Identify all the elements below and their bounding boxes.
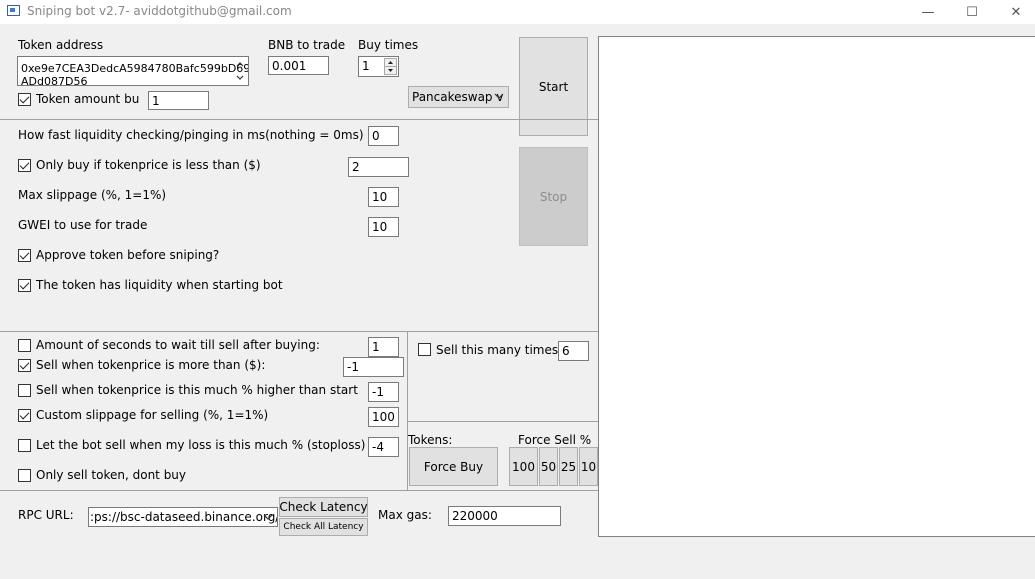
chevron-down-icon xyxy=(263,514,273,520)
sell-pct-checkbox[interactable] xyxy=(18,384,31,397)
force-sell-label: Force Sell % xyxy=(518,433,592,447)
section-divider xyxy=(0,331,598,332)
buy-times-stepper[interactable]: 1 xyxy=(358,56,399,77)
force-sell-10-button[interactable]: 10 xyxy=(579,447,598,486)
token-amount-input[interactable]: 1 xyxy=(148,91,209,110)
check-latency-button[interactable]: Check Latency xyxy=(279,497,368,517)
only-buy-input[interactable]: 2 xyxy=(348,157,409,177)
sell-times-input[interactable]: 6 xyxy=(558,341,589,361)
token-amount-checkbox[interactable] xyxy=(18,93,31,106)
liquidity-ping-label: How fast liquidity checking/pinging in m… xyxy=(18,128,364,142)
max-gas-label: Max gas: xyxy=(378,508,432,522)
section-divider xyxy=(0,490,598,491)
liquidity-ping-input[interactable]: 0 xyxy=(368,126,399,146)
rpc-url-select[interactable]: :ps://bsc-dataseed.binance.org/ xyxy=(88,507,278,527)
bnb-input[interactable]: 0.001 xyxy=(268,56,329,75)
only-buy-label: Only buy if tokenprice is less than ($) xyxy=(36,158,261,172)
wait-seconds-checkbox[interactable] xyxy=(18,339,31,352)
force-sell-50-button[interactable]: 50 xyxy=(539,447,558,486)
check-all-latency-button[interactable]: Check All Latency xyxy=(279,518,368,536)
tokens-label: Tokens: xyxy=(408,433,453,447)
chevron-down-icon xyxy=(494,93,504,99)
dex-select[interactable]: Pancakeswap v xyxy=(408,86,509,108)
log-output-panel[interactable] xyxy=(598,36,1035,537)
close-icon: ✕ xyxy=(1010,4,1022,20)
token-address-line2: ADd087D56 xyxy=(21,75,88,86)
sell-more-input[interactable]: -1 xyxy=(343,357,404,377)
minimize-button[interactable]: — xyxy=(905,0,951,24)
start-button[interactable]: Start xyxy=(519,37,588,136)
stop-button[interactable]: Stop xyxy=(519,147,588,246)
sell-more-label: Sell when tokenprice is more than ($): xyxy=(36,358,266,372)
stepper-arrows-icon[interactable] xyxy=(384,58,397,75)
only-sell-label: Only sell token, dont buy xyxy=(36,468,187,482)
sell-pct-label: Sell when tokenprice is this much % high… xyxy=(36,383,358,397)
force-sell-25-button[interactable]: 25 xyxy=(559,447,578,486)
buy-times-label: Buy times xyxy=(358,38,419,52)
token-address-input[interactable]: 0xe9e7CEA3DedcA5984780Bafc599bD69 ADd087… xyxy=(17,56,249,86)
liquidity-start-checkbox[interactable] xyxy=(18,279,31,292)
custom-slippage-input[interactable]: 100 xyxy=(368,407,399,427)
maximize-icon: ☐ xyxy=(966,4,978,20)
window-title: Sniping bot v2.7- aviddotgithub@gmail.co… xyxy=(27,4,292,18)
wait-seconds-input[interactable]: 1 xyxy=(368,337,399,357)
minimize-icon: — xyxy=(921,4,935,20)
max-slippage-input[interactable]: 10 xyxy=(368,187,399,207)
approve-label: Approve token before sniping? xyxy=(36,248,220,262)
max-slippage-label: Max slippage (%, 1=1%) xyxy=(18,188,167,202)
only-buy-checkbox[interactable] xyxy=(18,159,31,172)
gwei-label: GWEI to use for trade xyxy=(18,218,148,232)
section-divider xyxy=(407,421,598,422)
force-buy-button[interactable]: Force Buy xyxy=(409,447,498,486)
dex-select-value: Pancakeswap v xyxy=(412,90,504,104)
force-sell-100-button[interactable]: 100 xyxy=(509,447,538,486)
app-icon xyxy=(7,5,20,16)
rpc-url-label: RPC URL: xyxy=(18,508,74,522)
token-address-label: Token address xyxy=(18,38,104,52)
gwei-input[interactable]: 10 xyxy=(368,217,399,237)
custom-slippage-label: Custom slippage for selling (%, 1=1%) xyxy=(36,408,269,422)
stoploss-input[interactable]: -4 xyxy=(368,437,399,457)
maximize-button[interactable]: ☐ xyxy=(949,0,995,24)
section-divider-vertical xyxy=(407,331,408,490)
custom-slippage-checkbox[interactable] xyxy=(18,409,31,422)
approve-checkbox[interactable] xyxy=(18,249,31,262)
scroll-arrows-icon[interactable] xyxy=(235,60,245,82)
max-gas-input[interactable]: 220000 xyxy=(448,506,561,526)
sell-more-checkbox[interactable] xyxy=(18,359,31,372)
sell-pct-input[interactable]: -1 xyxy=(368,382,399,402)
token-address-line1: 0xe9e7CEA3DedcA5984780Bafc599bD69 xyxy=(21,62,249,75)
buy-times-value: 1 xyxy=(362,59,370,73)
section-divider xyxy=(0,119,598,120)
rpc-url-value: :ps://bsc-dataseed.binance.org/ xyxy=(90,510,278,524)
bnb-label: BNB to trade xyxy=(268,38,346,52)
only-sell-checkbox[interactable] xyxy=(18,469,31,482)
token-amount-label: Token amount bu xyxy=(36,92,140,106)
wait-seconds-label: Amount of seconds to wait till sell afte… xyxy=(36,338,320,352)
stoploss-checkbox[interactable] xyxy=(18,439,31,452)
liquidity-start-label: The token has liquidity when starting bo… xyxy=(36,278,283,292)
close-button[interactable]: ✕ xyxy=(993,0,1035,24)
sell-times-label: Sell this many times: xyxy=(436,343,563,357)
stoploss-label: Let the bot sell when my loss is this mu… xyxy=(36,438,366,452)
sell-times-checkbox[interactable] xyxy=(418,343,431,356)
